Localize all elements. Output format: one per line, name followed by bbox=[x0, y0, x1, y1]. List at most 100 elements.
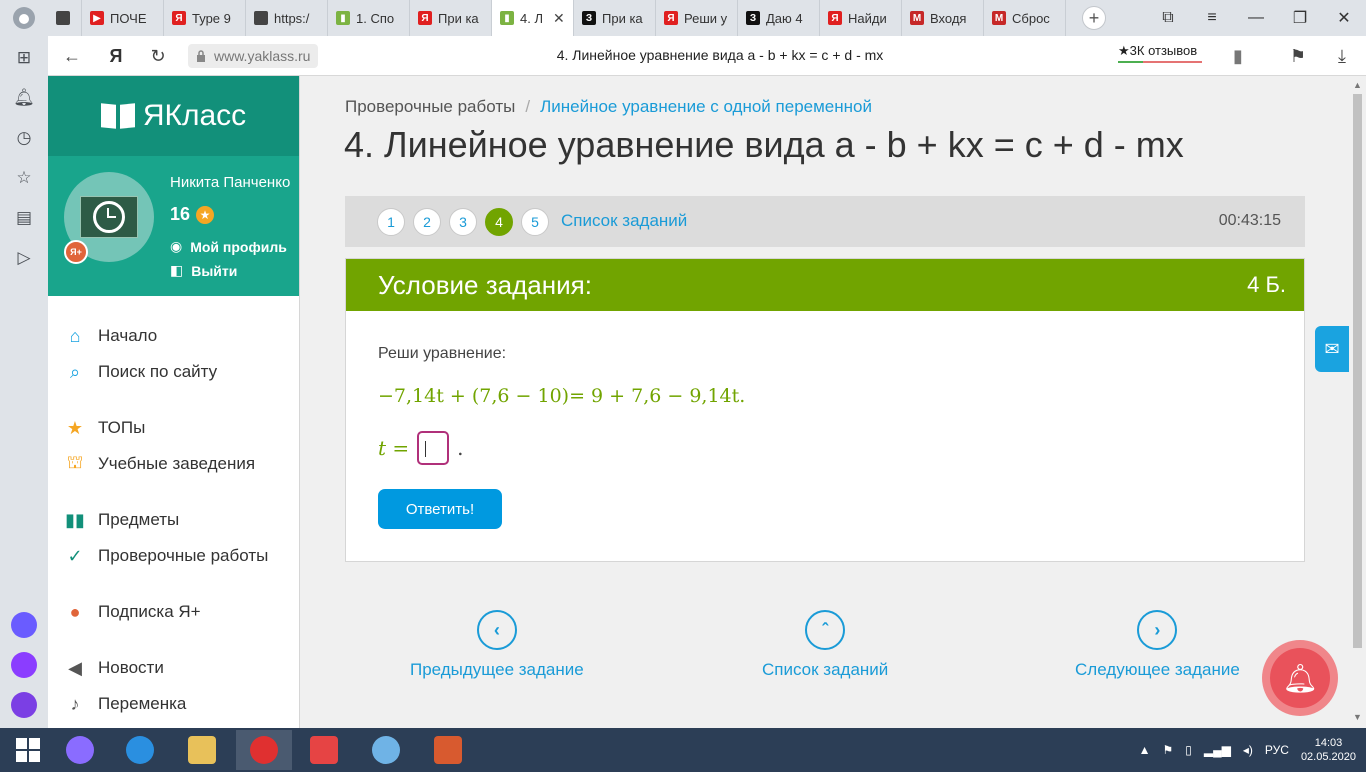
nav-item[interactable]: ★ ТОПы bbox=[48, 410, 299, 446]
close-window-button[interactable]: ✕ bbox=[1322, 8, 1366, 28]
taskbar-yandex-browser[interactable] bbox=[236, 730, 292, 770]
task-number-button[interactable]: 2 bbox=[413, 208, 441, 236]
browser-tab[interactable]: ▮ 4. Л ✕ bbox=[492, 0, 574, 36]
browser-tab[interactable]: Я Туре 9 bbox=[164, 0, 246, 36]
chevron-right-icon: › bbox=[1137, 610, 1178, 650]
nav-item-label: Новости bbox=[98, 658, 164, 677]
browser-tab[interactable]: M Сброс bbox=[984, 0, 1066, 36]
task-number-button[interactable]: 4 bbox=[485, 208, 513, 236]
menu-icon[interactable]: ≡ bbox=[1190, 9, 1234, 27]
browser-tab[interactable]: З Даю 4 bbox=[738, 0, 820, 36]
scroll-thumb[interactable] bbox=[1353, 94, 1362, 648]
scrollbar[interactable]: ▲ ▼ bbox=[1350, 76, 1366, 728]
reviews-badge[interactable]: ★3К отзывов bbox=[1118, 43, 1202, 63]
logo-text: ЯКласс bbox=[142, 99, 247, 132]
nav-item[interactable]: ♪ Переменка bbox=[48, 686, 299, 722]
language-indicator[interactable]: РУС bbox=[1265, 743, 1289, 757]
task-number-button[interactable]: 1 bbox=[377, 208, 405, 236]
answer-input[interactable] bbox=[417, 431, 450, 465]
nav-item[interactable]: ⛫ Учебные заведения bbox=[48, 446, 299, 482]
taskbar-presentation[interactable] bbox=[420, 730, 476, 770]
presentation-icon bbox=[434, 736, 462, 764]
browser-tab[interactable]: Я Найди bbox=[820, 0, 902, 36]
url-field[interactable]: www.yaklass.ru bbox=[188, 44, 319, 68]
restore-button[interactable]: ❐ bbox=[1278, 8, 1322, 28]
taskbar-clock[interactable]: 14:03 02.05.2020 bbox=[1301, 736, 1356, 764]
reload-button[interactable]: ↻ bbox=[146, 44, 170, 68]
start-button[interactable] bbox=[0, 730, 56, 770]
new-tab-button[interactable]: + bbox=[1082, 6, 1106, 30]
notifications-icon[interactable]: 🔔︎ bbox=[12, 86, 36, 110]
nav-item[interactable]: ✓ Проверочные работы bbox=[48, 538, 299, 574]
logout-link[interactable]: ◧ Выйти bbox=[170, 262, 237, 279]
flag-icon[interactable]: ⚑ bbox=[1163, 743, 1174, 757]
feedback-mail-button[interactable]: ✉ bbox=[1315, 326, 1349, 372]
scroll-down-icon[interactable]: ▼ bbox=[1353, 712, 1362, 722]
breadcrumb: Проверочные работы / Линейное уравнение с … bbox=[345, 97, 872, 116]
notification-bell-button[interactable]: 🔔︎ bbox=[1262, 640, 1338, 716]
profile-icon[interactable] bbox=[0, 0, 48, 36]
profile-link[interactable]: ◉ Мой профиль bbox=[170, 238, 287, 255]
browser-tab[interactable] bbox=[48, 0, 82, 36]
yandex-icon[interactable]: Я bbox=[104, 44, 128, 68]
nav-item[interactable]: ◀ Новости bbox=[48, 650, 299, 686]
yandex-icon-taskbar bbox=[310, 736, 338, 764]
scroll-up-icon[interactable]: ▲ bbox=[1353, 80, 1362, 90]
back-button[interactable]: ← bbox=[60, 44, 84, 68]
download-icon[interactable]: ⤓ bbox=[1330, 44, 1354, 68]
answer-row: t = . bbox=[378, 431, 464, 465]
browser-tab[interactable]: Я При ка bbox=[410, 0, 492, 36]
nav-item[interactable]: ⌂ Начало bbox=[48, 318, 299, 354]
messenger-icon[interactable] bbox=[11, 652, 37, 678]
minimize-button[interactable]: — bbox=[1234, 9, 1278, 27]
bookmark-icon[interactable]: ▮ bbox=[1226, 44, 1250, 68]
browser-tab[interactable]: M Входя bbox=[902, 0, 984, 36]
address-bar: ← Я ↻ www.yaklass.ru 4. Линейное уравнен… bbox=[0, 36, 1366, 76]
taskbar-alice[interactable] bbox=[52, 730, 108, 770]
tabs-overview-icon[interactable]: ⧉ bbox=[1146, 9, 1190, 27]
nav-item[interactable]: ▮▮ Предметы bbox=[48, 502, 299, 538]
tab-favicon-icon: З bbox=[746, 11, 760, 25]
prev-task-button[interactable]: ‹ Предыдущее задание bbox=[410, 610, 584, 680]
tray-expand-icon[interactable]: ▲ bbox=[1139, 743, 1151, 757]
taskbar-yandex[interactable] bbox=[296, 730, 352, 770]
folder-icon bbox=[188, 736, 216, 764]
bell-icon: ♪ bbox=[70, 693, 80, 714]
taskbar-paint[interactable] bbox=[358, 730, 414, 770]
task-number-button[interactable]: 5 bbox=[521, 208, 549, 236]
battery-icon[interactable]: ▯ bbox=[1185, 743, 1192, 757]
network-icon[interactable]: ▂▄▆ bbox=[1204, 743, 1231, 757]
points-value: 16 bbox=[170, 204, 191, 224]
collections-icon[interactable]: ▤ bbox=[12, 206, 36, 230]
site-logo[interactable]: ЯКласс bbox=[48, 76, 299, 156]
volume-icon[interactable]: ◂) bbox=[1243, 743, 1253, 757]
task-list-link[interactable]: Список заданий bbox=[561, 211, 687, 231]
browser-tab[interactable]: ▮ 1. Спо bbox=[328, 0, 410, 36]
protect-icon[interactable]: ⚑ bbox=[1286, 44, 1310, 68]
apps-grid-icon[interactable]: ⊞ bbox=[12, 46, 36, 70]
nav-item[interactable]: ⌕ Поиск по сайту bbox=[48, 354, 299, 390]
next-task-button[interactable]: › Следующее задание bbox=[1075, 610, 1240, 680]
task-number-button[interactable]: 3 bbox=[449, 208, 477, 236]
browser-tab[interactable]: Я Реши у bbox=[656, 0, 738, 36]
breadcrumb-current[interactable]: Линейное уравнение с одной переменной bbox=[540, 97, 872, 116]
task-navigation: 12345 Список заданий 00:43:15 bbox=[345, 196, 1305, 247]
task-list-button[interactable]: ˆ Список заданий bbox=[762, 610, 888, 680]
taskbar-ie[interactable] bbox=[112, 730, 168, 770]
history-icon[interactable]: ◷ bbox=[12, 126, 36, 150]
chevron-up-icon: ˆ bbox=[805, 610, 846, 650]
submit-button[interactable]: Ответить! bbox=[378, 489, 502, 529]
voice-assistant-icon[interactable] bbox=[11, 692, 37, 718]
breadcrumb-root[interactable]: Проверочные работы bbox=[345, 97, 515, 116]
close-tab-icon[interactable]: ✕ bbox=[553, 10, 565, 27]
favorites-icon[interactable]: ☆ bbox=[12, 166, 36, 190]
nav-item[interactable]: ● Подписка Я+ bbox=[48, 594, 299, 630]
book-logo-icon bbox=[101, 104, 135, 128]
alice-icon[interactable] bbox=[11, 612, 37, 638]
browser-tab[interactable]: https:/ bbox=[246, 0, 328, 36]
tab-label: ПОЧЕ bbox=[110, 10, 147, 26]
media-icon[interactable]: ▷ bbox=[12, 246, 36, 270]
browser-tab[interactable]: З При ка bbox=[574, 0, 656, 36]
taskbar-explorer[interactable] bbox=[174, 730, 230, 770]
browser-tab[interactable]: ▶ ПОЧЕ bbox=[82, 0, 164, 36]
